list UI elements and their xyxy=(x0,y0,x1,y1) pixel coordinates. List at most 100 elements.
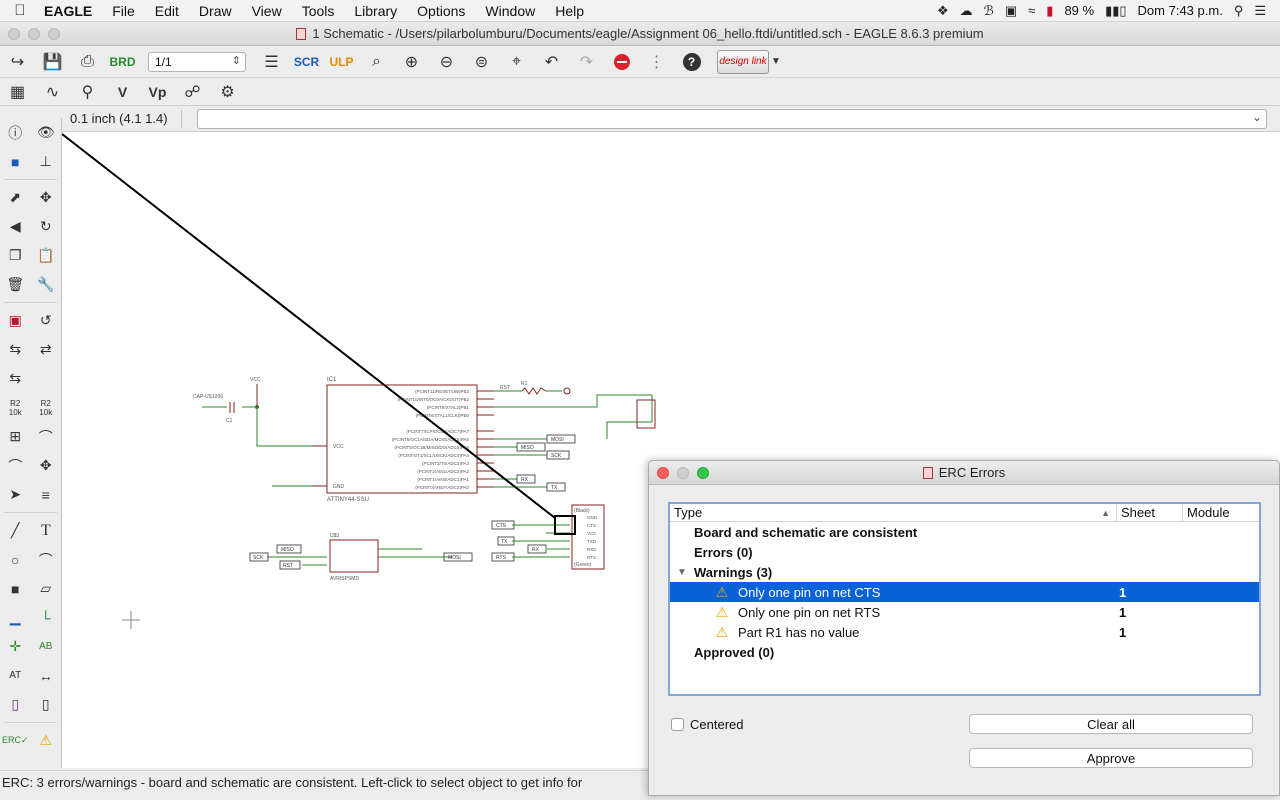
erc-results-table[interactable]: Type ▲ Sheet Module Board and schematic … xyxy=(668,502,1261,696)
polygon-icon[interactable]: ▱ xyxy=(31,574,62,603)
menu-window[interactable]: Window xyxy=(475,3,545,19)
zoom-in-icon[interactable]: ⊕ xyxy=(394,49,429,75)
command-history-icon[interactable]: ⌄ xyxy=(1252,110,1262,124)
attribute-icon[interactable]: AT xyxy=(0,661,31,690)
print-icon[interactable]: ⎙ xyxy=(70,49,105,75)
open-icon[interactable]: ↪ xyxy=(0,49,35,75)
line-icon[interactable]: ╱ xyxy=(0,516,31,545)
mark-icon[interactable]: ⊥ xyxy=(31,147,62,176)
sheet-selector[interactable]: 1/1 xyxy=(148,51,246,72)
copy-icon[interactable]: ❐ xyxy=(0,241,31,270)
replace-icon[interactable]: ↺ xyxy=(31,306,62,335)
text-tool-icon[interactable]: T xyxy=(31,516,62,545)
zoom-fit-icon[interactable]: ⌕ xyxy=(359,49,394,75)
r1-resistor[interactable] xyxy=(521,387,547,395)
bluetooth-icon[interactable]: ℬ xyxy=(984,3,994,19)
bus-icon[interactable]: ▁ xyxy=(0,603,31,632)
zoom-window-button[interactable] xyxy=(48,28,60,40)
menu-edit[interactable]: Edit xyxy=(145,3,189,19)
input-source-icon[interactable]: ▮ xyxy=(1046,3,1053,19)
mirror-icon[interactable]: ◀ xyxy=(0,212,31,241)
info-icon[interactable]: ⓘ xyxy=(0,118,31,147)
spotlight-search-icon[interactable]: ⚲ xyxy=(1234,3,1244,19)
show-icon[interactable]: 👁 xyxy=(31,118,62,147)
change-wrench-icon[interactable]: 🔧 xyxy=(31,270,62,299)
board-switch-icon[interactable]: BRD xyxy=(105,49,140,75)
close-window-button[interactable] xyxy=(8,28,20,40)
screen-icon[interactable]: ▣ xyxy=(1005,3,1017,19)
split-icon[interactable]: ⌒ xyxy=(0,451,31,480)
design-link-button[interactable]: design link xyxy=(717,49,769,74)
minimize-dialog-button[interactable] xyxy=(677,467,689,479)
zoom-dialog-button[interactable] xyxy=(697,467,709,479)
menu-library[interactable]: Library xyxy=(344,3,407,19)
module-icon[interactable]: ▯ xyxy=(31,690,62,719)
table-row[interactable]: ⚠ Part R1 has no value 1 xyxy=(670,622,1259,642)
battery-icon[interactable]: ▮▮▯ xyxy=(1105,3,1126,19)
invoke-icon[interactable]: ⇆ xyxy=(0,364,31,393)
select-icon[interactable]: ⬈ xyxy=(0,183,31,212)
table-row[interactable]: ▼ Warnings (3) xyxy=(670,562,1259,582)
menu-options[interactable]: Options xyxy=(407,3,475,19)
join-icon[interactable]: ➤ xyxy=(0,480,31,509)
disclosure-triangle-icon[interactable]: ▼ xyxy=(670,567,694,578)
search-icon[interactable]: ⚲ xyxy=(70,79,105,105)
script-icon[interactable]: SCR xyxy=(289,49,324,75)
minimize-window-button[interactable] xyxy=(28,28,40,40)
close-dialog-button[interactable] xyxy=(657,467,669,479)
command-input[interactable]: ⌄ xyxy=(197,109,1267,129)
table-row[interactable]: Errors (0) xyxy=(670,542,1259,562)
avrisp-header[interactable] xyxy=(329,539,379,573)
menu-draw[interactable]: Draw xyxy=(189,3,242,19)
rectangle-icon[interactable]: ■ xyxy=(0,574,31,603)
help-icon[interactable]: ? xyxy=(674,49,709,75)
approve-button[interactable]: Approve xyxy=(969,748,1253,768)
zoom-out-icon[interactable]: ⊖ xyxy=(429,49,464,75)
zoom-redraw-icon[interactable]: ⊜ xyxy=(464,49,499,75)
pin-swap-icon[interactable]: ⇄ xyxy=(31,335,62,364)
table-row[interactable]: ⚠ Only one pin on net CTS 1 xyxy=(670,582,1259,602)
table-row[interactable]: ⚠ Only one pin on net RTS 1 xyxy=(670,602,1259,622)
ulp-icon[interactable]: ULP xyxy=(324,49,359,75)
move-icon[interactable]: ✥ xyxy=(31,183,62,212)
centered-checkbox[interactable] xyxy=(671,718,684,731)
notification-center-icon[interactable]: ☰ xyxy=(1254,3,1266,19)
cloud-icon[interactable]: ☁ xyxy=(960,3,973,19)
app-menu[interactable]: EAGLE xyxy=(40,3,102,19)
table-row[interactable]: Board and schematic are consistent xyxy=(670,522,1259,542)
table-row[interactable]: Approved (0) xyxy=(670,642,1259,662)
filter-icon[interactable]: ∿ xyxy=(35,79,70,105)
circle-icon[interactable]: ○ xyxy=(0,545,31,574)
menubar-clock[interactable]: Dom 7:43 p.m. xyxy=(1138,3,1223,18)
junction-icon[interactable]: ✛ xyxy=(0,632,31,661)
net-tool-icon[interactable]: └ xyxy=(31,603,62,632)
paste-icon[interactable]: 📋 xyxy=(31,241,62,270)
delete-icon[interactable]: 🗑 xyxy=(0,270,31,299)
stop-icon[interactable] xyxy=(604,49,639,75)
save-icon[interactable]: 💾 xyxy=(35,49,70,75)
menu-tools[interactable]: Tools xyxy=(292,3,345,19)
net-icon[interactable]: ☍ xyxy=(175,79,210,105)
dropbox-icon[interactable]: ❖ xyxy=(937,3,949,19)
redo-icon[interactable]: ↷ xyxy=(569,49,604,75)
vp-icon[interactable]: Vp xyxy=(140,79,175,105)
library-manager-icon[interactable]: ☰ xyxy=(254,49,289,75)
menu-help[interactable]: Help xyxy=(545,3,594,19)
frame-icon[interactable]: ▯ xyxy=(0,690,31,719)
add-part-icon[interactable]: ▣ xyxy=(0,306,31,335)
grid-icon[interactable]: ▦ xyxy=(0,79,35,105)
undo-icon[interactable]: ↶ xyxy=(534,49,569,75)
menu-view[interactable]: View xyxy=(242,3,292,19)
centered-option[interactable]: Centered xyxy=(671,717,743,732)
smash-icon[interactable]: ⊞ xyxy=(0,422,31,451)
dimension-icon[interactable]: ↔ xyxy=(31,661,62,690)
name-tool-icon[interactable]: R2 10k xyxy=(0,393,31,422)
erc-icon[interactable]: ERC✓ xyxy=(0,726,31,755)
design-link-dropdown-icon[interactable]: ▼ xyxy=(769,49,783,75)
align-icon[interactable]: ≡ xyxy=(31,480,62,509)
clear-all-button[interactable]: Clear all xyxy=(969,714,1253,734)
column-type[interactable]: Type ▲ xyxy=(670,504,1117,521)
settings-gear-icon[interactable]: ⚙ xyxy=(210,79,245,105)
value-tool-icon[interactable]: R2 10k xyxy=(31,393,62,422)
value-icon[interactable]: V xyxy=(105,79,140,105)
